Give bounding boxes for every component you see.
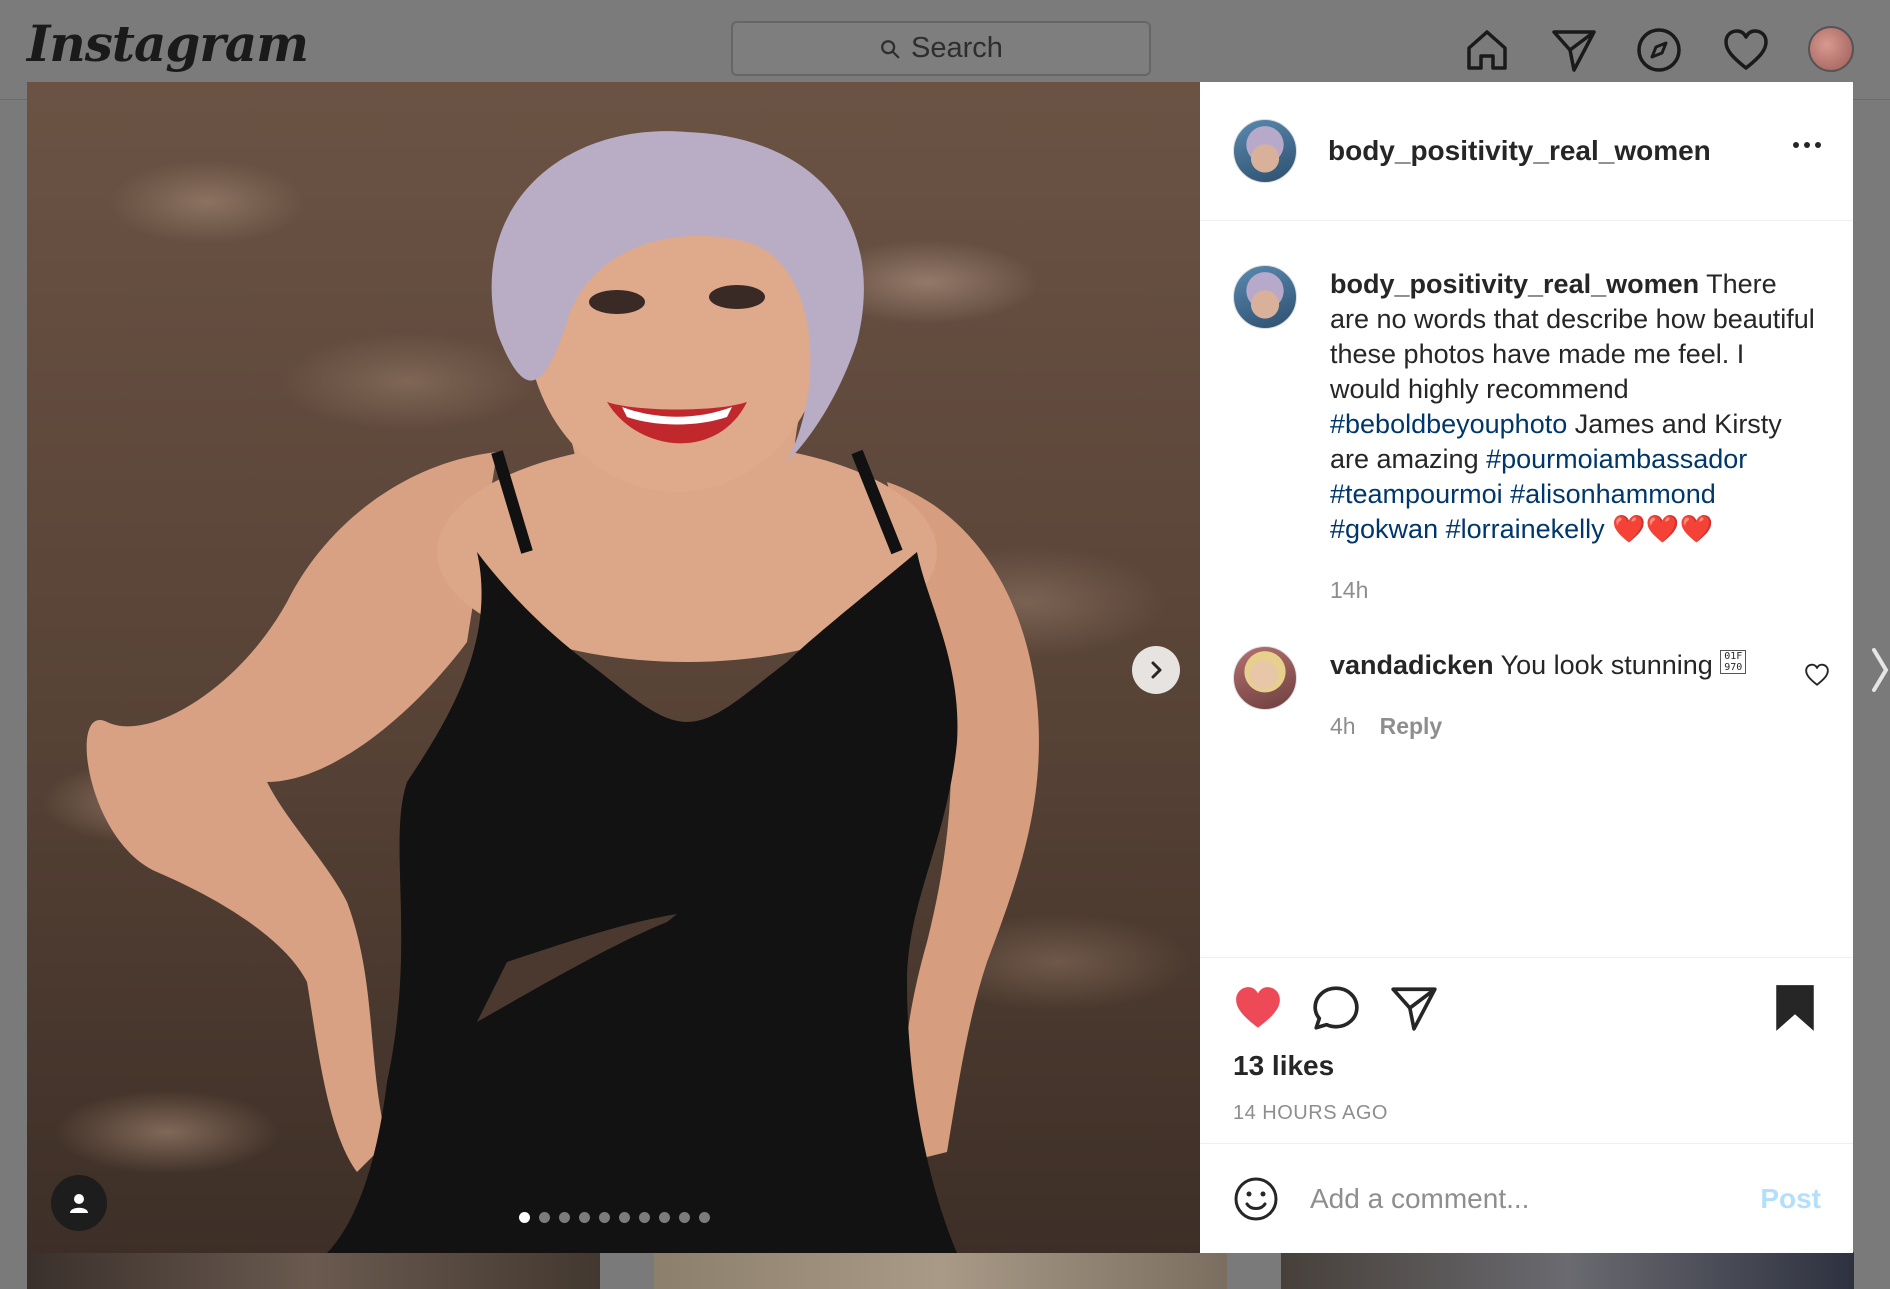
hashtag-link[interactable]: #beboldbeyouphoto: [1330, 409, 1567, 439]
commenter-username[interactable]: vandadicken: [1330, 650, 1494, 680]
compass-icon: [1637, 28, 1681, 72]
carousel-dot: [539, 1212, 550, 1223]
caption-text: body_positivity_real_women There are no …: [1330, 267, 1820, 547]
bookmark-icon[interactable]: [1770, 983, 1820, 1033]
post-comment-button[interactable]: Post: [1760, 1183, 1821, 1215]
author-avatar[interactable]: [1233, 119, 1297, 183]
next-post-button[interactable]: [1870, 640, 1890, 700]
post-header: body_positivity_real_women: [1200, 82, 1853, 221]
carousel-dot: [679, 1212, 690, 1223]
hashtag-link[interactable]: #gokwan: [1330, 514, 1438, 544]
like-heart-icon[interactable]: [1233, 983, 1283, 1033]
tagged-users-button[interactable]: [51, 1175, 107, 1231]
instagram-logo[interactable]: Instagram: [27, 14, 309, 73]
caption-username[interactable]: body_positivity_real_women: [1330, 269, 1699, 299]
hashtag-link[interactable]: #lorrainekelly: [1446, 514, 1605, 544]
caption-timestamp[interactable]: 14h: [1330, 577, 1368, 604]
dot-icon: [1815, 142, 1821, 148]
caption-body: body_positivity_real_women There are no …: [1330, 267, 1820, 604]
comment-input[interactable]: [1310, 1182, 1761, 1215]
carousel-next-button[interactable]: [1132, 646, 1180, 694]
comment-message: You look stunning: [1493, 650, 1721, 680]
carousel-dot: [559, 1212, 570, 1223]
hashtag-link[interactable]: #teampourmoi: [1330, 479, 1503, 509]
carousel-dot: [699, 1212, 710, 1223]
more-options-button[interactable]: [1793, 134, 1821, 156]
comments-section: body_positivity_real_women There are no …: [1200, 221, 1853, 957]
add-comment-bar: Post: [1200, 1143, 1853, 1253]
reply-button[interactable]: Reply: [1380, 713, 1443, 740]
like-count[interactable]: 13 likes: [1233, 1050, 1820, 1082]
carousel-dot: [599, 1212, 610, 1223]
post-modal: body_positivity_real_women body_positivi…: [27, 82, 1853, 1253]
hashtag-link[interactable]: #alisonhammond: [1510, 479, 1716, 509]
grid-thumbnail[interactable]: [654, 1252, 1227, 1289]
chevron-right-icon: [1872, 648, 1889, 692]
user-icon: [70, 1194, 88, 1213]
dot-icon: [1804, 142, 1810, 148]
post-actions: 13 likes 14 HOURS AGO: [1200, 957, 1853, 1143]
profile-avatar-button[interactable]: [1808, 26, 1854, 72]
comment-timestamp[interactable]: 4h: [1330, 713, 1356, 740]
explore-button[interactable]: [1635, 22, 1683, 78]
action-bar: [1233, 958, 1820, 1050]
activity-button[interactable]: [1722, 22, 1770, 78]
paper-plane-icon: [1552, 30, 1596, 72]
caption-meta: 14h: [1330, 577, 1820, 604]
hashtag-link[interactable]: #pourmoiambassador: [1486, 444, 1747, 474]
carousel-dot: [639, 1212, 650, 1223]
comment-bubble-icon[interactable]: [1311, 983, 1361, 1033]
post-timestamp[interactable]: 14 HOURS AGO: [1233, 1102, 1820, 1125]
share-paper-plane-icon[interactable]: [1389, 983, 1439, 1033]
carousel-dot: [519, 1212, 530, 1223]
caption: body_positivity_real_women There are no …: [1233, 265, 1820, 604]
unsupported-emoji-glyph: 01F 970: [1720, 650, 1747, 674]
heart-emojis: ❤️❤️❤️: [1612, 514, 1714, 544]
home-icon: [1467, 30, 1507, 70]
comment-text: vandadicken You look stunning 01F 970: [1330, 648, 1820, 683]
grid-thumbnail[interactable]: [1281, 1252, 1854, 1289]
author-username[interactable]: body_positivity_real_women: [1328, 135, 1711, 167]
chevron-right-icon: [1151, 661, 1162, 679]
post-image[interactable]: [27, 82, 1200, 1253]
comment-item: vandadicken You look stunning 01F 970 4h…: [1233, 646, 1829, 740]
search-icon: [881, 39, 900, 58]
home-button[interactable]: [1463, 22, 1511, 78]
comment-like-heart-icon[interactable]: [1804, 662, 1830, 688]
comment-meta: 4h Reply: [1330, 713, 1820, 740]
direct-messages-button[interactable]: [1550, 22, 1598, 78]
search-box[interactable]: Search: [731, 21, 1151, 76]
carousel-indicator: [519, 1212, 710, 1223]
carousel-dot: [619, 1212, 630, 1223]
photo-subject: [86, 131, 1039, 1253]
carousel-dot: [579, 1212, 590, 1223]
grid-thumbnail[interactable]: [27, 1252, 600, 1289]
commenter-avatar[interactable]: [1233, 646, 1297, 710]
heart-icon: [1724, 29, 1768, 70]
emoji-smiley-icon[interactable]: [1232, 1175, 1280, 1223]
comment-body: vandadicken You look stunning 01F 970 4h…: [1330, 648, 1820, 740]
author-avatar[interactable]: [1233, 265, 1297, 329]
dot-icon: [1793, 142, 1799, 148]
search-placeholder: Search: [911, 32, 1003, 64]
carousel-dot: [659, 1212, 670, 1223]
post-sidebar: body_positivity_real_women body_positivi…: [1200, 82, 1853, 1253]
